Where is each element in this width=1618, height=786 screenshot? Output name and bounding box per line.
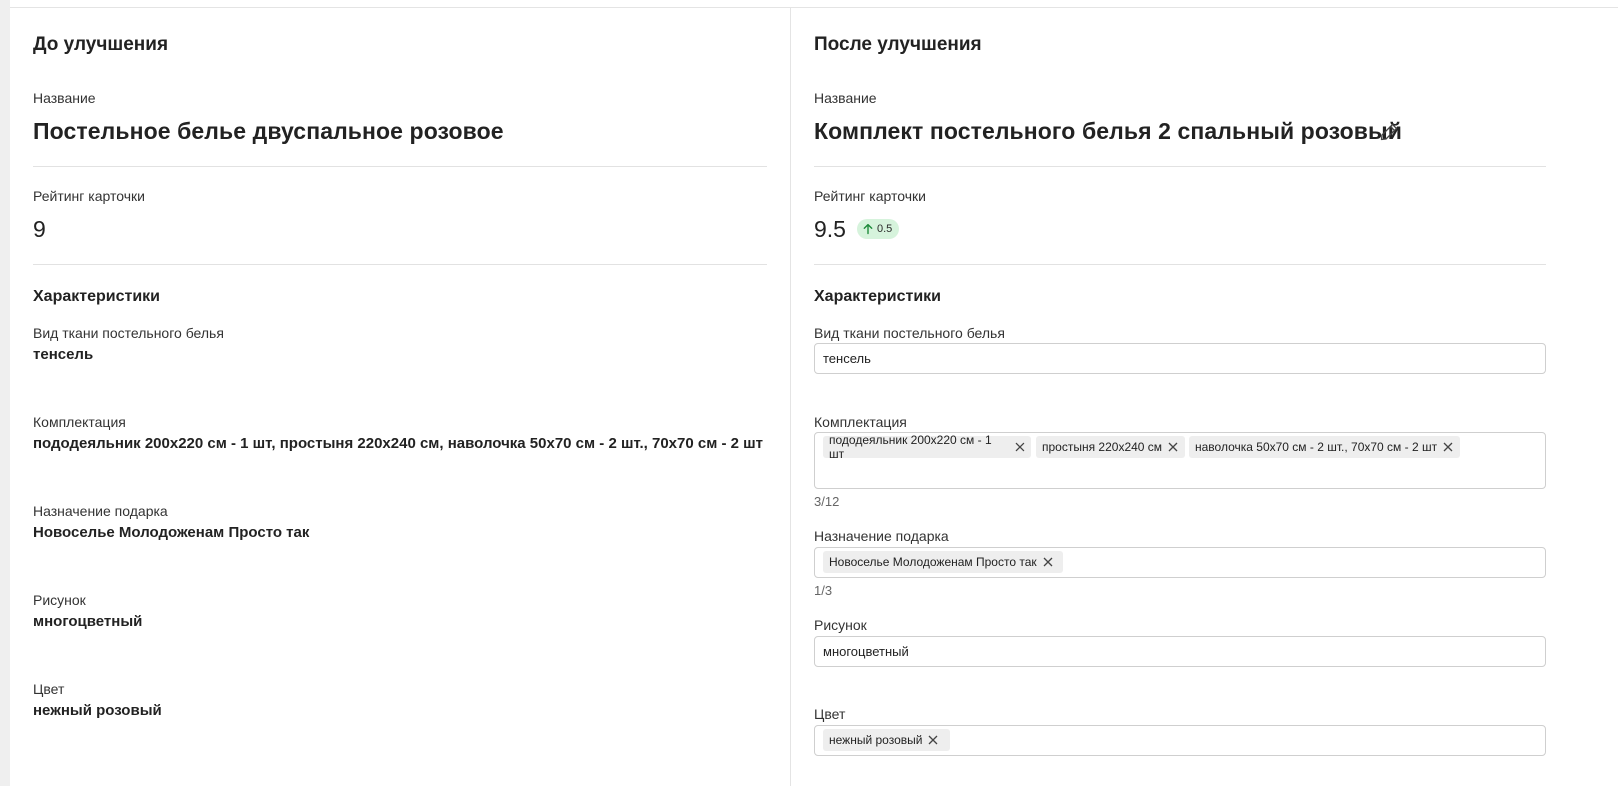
after-divider-2	[814, 264, 1546, 265]
after-set-label: Комплектация	[814, 414, 907, 430]
gift-chip: Новоселье Молодоженам Просто так	[823, 551, 1063, 573]
before-name-value: Постельное белье двуспальное розовое	[33, 118, 504, 144]
fabric-input-value: тенсель	[823, 351, 871, 366]
after-color-label: Цвет	[814, 706, 846, 722]
close-icon[interactable]	[1443, 442, 1453, 452]
before-characteristics-title: Характеристики	[33, 288, 161, 305]
before-divider-1	[33, 166, 767, 167]
set-multiselect[interactable]: пододеяльник 200x220 см - 1 шт простыня …	[814, 432, 1546, 489]
chip-label: Новоселье Молодоженам Просто так	[829, 555, 1037, 569]
fabric-input[interactable]: тенсель	[814, 343, 1546, 374]
before-color-value: нежный розовый	[33, 702, 162, 719]
before-fabric-value: тенсель	[33, 346, 94, 363]
top-divider	[10, 7, 1618, 8]
chip-label: нежный розовый	[829, 733, 923, 747]
rating-delta-badge: 0.5	[857, 219, 900, 239]
before-set-label: Комплектация	[33, 414, 126, 430]
close-icon[interactable]	[1043, 557, 1053, 567]
set-chip: наволочка 50x70 см - 2 шт., 70x70 см - 2…	[1189, 436, 1460, 458]
after-gift-label: Назначение подарка	[814, 528, 949, 544]
before-color-label: Цвет	[33, 681, 65, 697]
after-pattern-label: Рисунок	[814, 617, 867, 633]
rating-delta-value: 0.5	[877, 223, 893, 235]
after-characteristics-title: Характеристики	[814, 288, 942, 305]
before-title: До улучшения	[33, 34, 169, 55]
before-rating-value: 9	[33, 216, 46, 242]
after-rating-label: Рейтинг карточки	[814, 188, 926, 204]
before-divider-2	[33, 264, 767, 265]
chip-label: наволочка 50x70 см - 2 шт., 70x70 см - 2…	[1195, 440, 1438, 454]
pattern-input-value: многоцветный	[823, 644, 909, 659]
color-multiselect[interactable]: нежный розовый	[814, 725, 1546, 756]
after-fabric-label: Вид ткани постельного белья	[814, 325, 1005, 341]
close-icon[interactable]	[1168, 442, 1178, 452]
after-name-value: Комплект постельного белья 2 спальный ро…	[814, 118, 1403, 144]
before-pattern-value: многоцветный	[33, 613, 143, 630]
set-counter: 3/12	[814, 494, 840, 509]
set-chip: пододеяльник 200x220 см - 1 шт	[823, 433, 1031, 461]
close-icon[interactable]	[1015, 442, 1025, 452]
before-set-value: пододеяльник 200x220 см - 1 шт, простыня…	[33, 435, 763, 452]
before-name-label: Название	[33, 90, 96, 106]
column-divider	[790, 8, 791, 786]
pattern-input[interactable]: многоцветный	[814, 636, 1546, 667]
pencil-icon[interactable]	[1379, 122, 1399, 147]
before-fabric-label: Вид ткани постельного белья	[33, 325, 224, 341]
chip-label: простыня 220x240 см	[1042, 440, 1163, 454]
before-rating-label: Рейтинг карточки	[33, 188, 145, 204]
page-left-strip	[0, 0, 10, 786]
after-title: После улучшения	[814, 34, 982, 55]
set-chip: простыня 220x240 см	[1036, 436, 1185, 458]
before-pattern-label: Рисунок	[33, 592, 86, 608]
chip-label: пододеяльник 200x220 см - 1 шт	[829, 433, 992, 461]
after-divider-1	[814, 166, 1546, 167]
before-gift-label: Назначение подарка	[33, 503, 168, 519]
before-gift-value: Новоселье Молодоженам Просто так	[33, 524, 310, 541]
color-chip: нежный розовый	[823, 729, 950, 751]
after-rating-value: 9.5	[814, 216, 846, 242]
after-name-label: Название	[814, 90, 877, 106]
arrow-up-icon	[862, 223, 874, 235]
gift-multiselect[interactable]: Новоселье Молодоженам Просто так	[814, 547, 1546, 578]
gift-counter: 1/3	[814, 583, 833, 598]
close-icon[interactable]	[928, 735, 938, 745]
